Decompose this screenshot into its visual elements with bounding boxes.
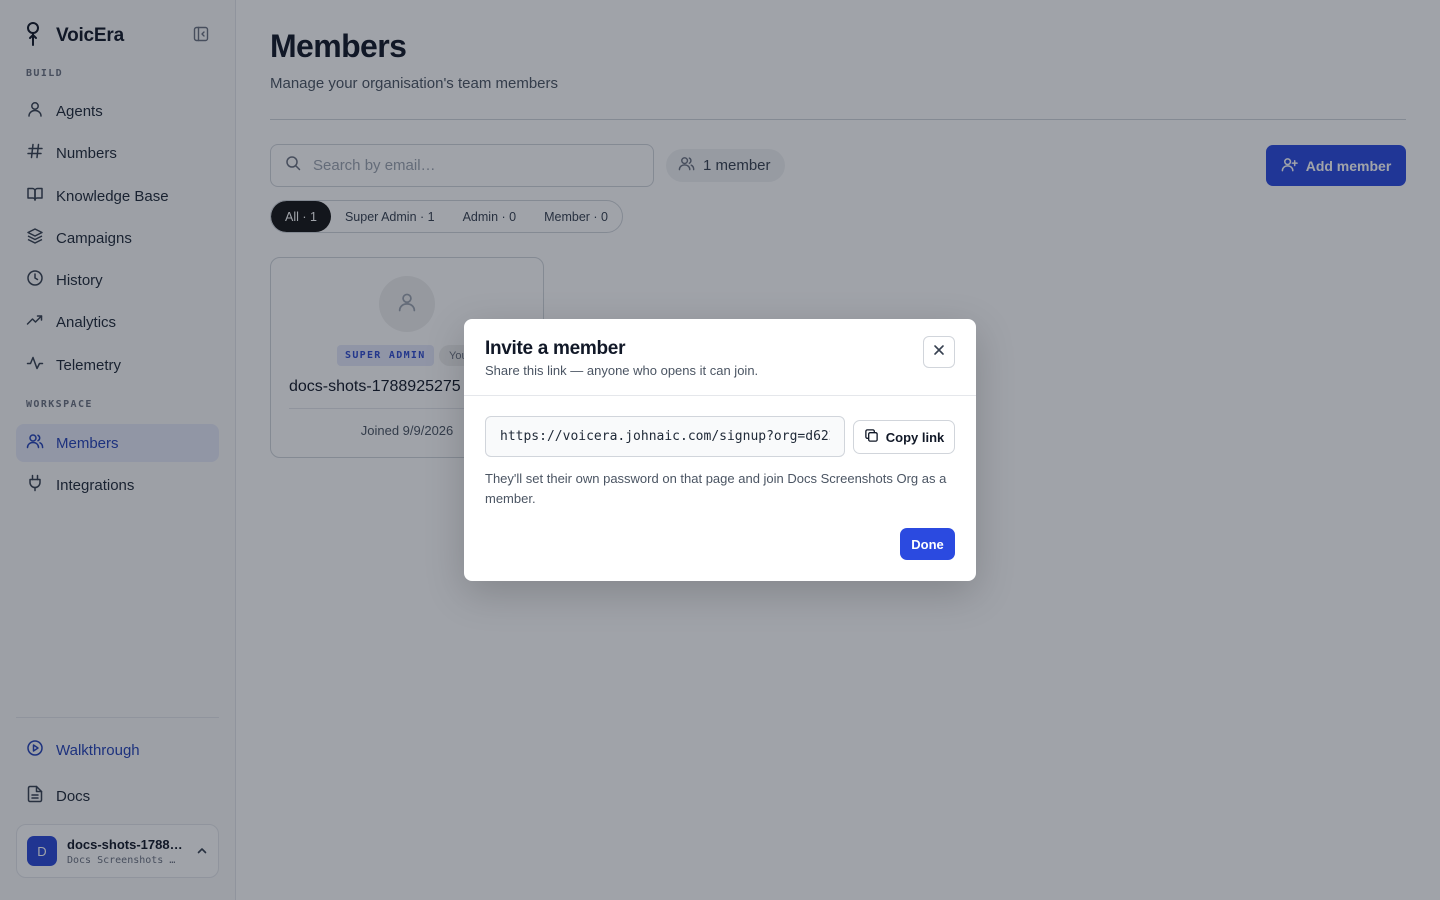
dialog-subtitle: Share this link — anyone who opens it ca… bbox=[485, 363, 759, 378]
invite-link-box bbox=[485, 416, 845, 457]
dialog-title: Invite a member bbox=[485, 338, 626, 359]
done-button[interactable]: Done bbox=[900, 528, 955, 560]
dialog-divider bbox=[464, 395, 976, 396]
invite-member-dialog: Invite a member Share this link — anyone… bbox=[464, 319, 976, 581]
copy-link-button[interactable]: Copy link bbox=[853, 420, 955, 454]
close-button[interactable] bbox=[923, 336, 955, 368]
copy-link-label: Copy link bbox=[885, 429, 945, 445]
close-icon bbox=[933, 343, 945, 361]
invite-note: They'll set their own password on that p… bbox=[485, 471, 947, 506]
invite-link-input[interactable] bbox=[500, 429, 830, 444]
copy-icon bbox=[864, 428, 879, 446]
